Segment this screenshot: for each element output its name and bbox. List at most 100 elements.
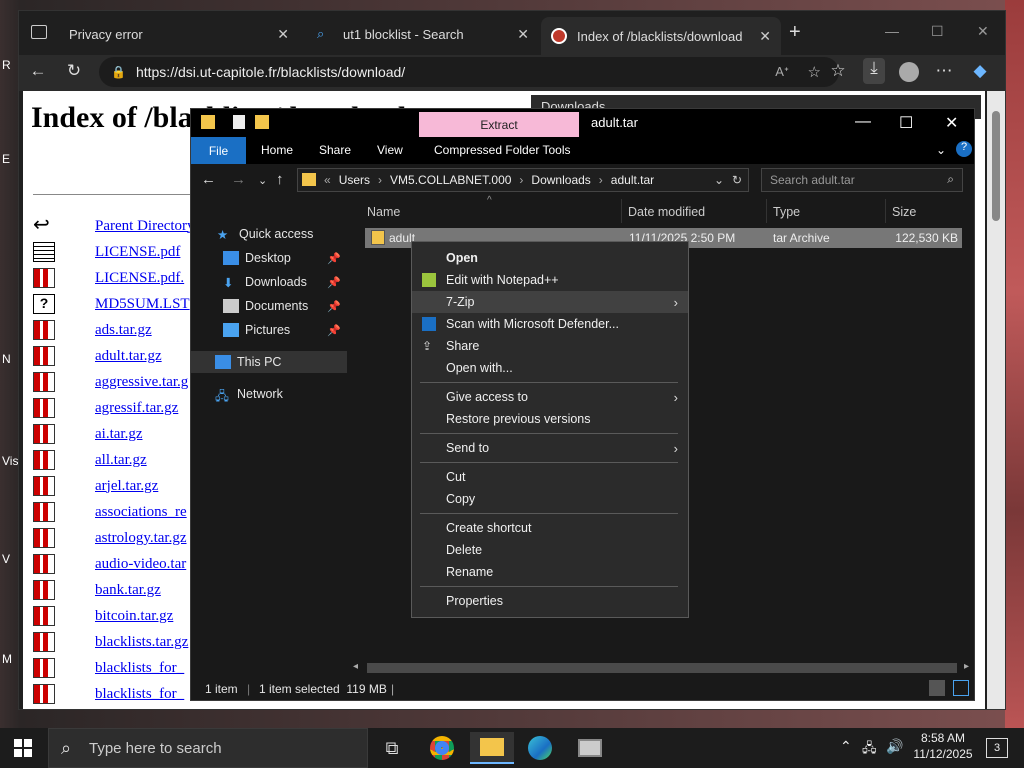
breadcrumb[interactable]: « Users › VM5.COLLABNET.000 › Downloads › a…	[297, 168, 749, 192]
ribbon-tab-share[interactable]: Share	[319, 143, 351, 157]
desktop-icon-label[interactable]: M	[2, 652, 12, 666]
pin-icon[interactable]: 📌	[327, 252, 341, 265]
back-icon[interactable]: ←	[27, 61, 49, 81]
close-tab-icon[interactable]: ✕	[277, 26, 289, 43]
new-folder-icon[interactable]	[255, 115, 269, 129]
forward-icon[interactable]: →	[231, 171, 246, 188]
sidebar-item-documents[interactable]: Documents 📌	[191, 295, 347, 317]
file-link[interactable]: astrology.tar.gz	[95, 530, 187, 547]
sidebar-item-network[interactable]: 🖧 Network	[191, 383, 347, 405]
chevron-down-icon[interactable]: ⌄	[936, 143, 946, 157]
sidebar-item-desktop[interactable]: Desktop 📌	[191, 247, 347, 269]
horizontal-scrollbar[interactable]: ◂ ▸	[351, 661, 971, 675]
edge-icon[interactable]	[518, 732, 562, 764]
sidebar-item-pictures[interactable]: Pictures 📌	[191, 319, 347, 341]
scroll-thumb[interactable]	[367, 663, 957, 673]
menu-item-defender[interactable]: Scan with Microsoft Defender...	[412, 313, 688, 335]
clock[interactable]: 8:58 AM 11/12/2025	[912, 731, 974, 768]
maximize-icon[interactable]: ☐	[899, 113, 913, 133]
column-header-type[interactable]: Type	[773, 205, 800, 219]
remote-desktop-icon[interactable]	[568, 732, 612, 764]
new-tab-icon[interactable]: +	[789, 21, 801, 44]
read-aloud-icon[interactable]: Aᐩ	[775, 64, 789, 80]
desktop-icon-label[interactable]: V	[2, 552, 10, 566]
help-icon[interactable]: ?	[956, 141, 972, 157]
more-menu-icon[interactable]: ⋯	[933, 61, 955, 81]
ribbon-tab-file[interactable]: File	[191, 137, 246, 164]
close-tab-icon[interactable]: ✕	[759, 28, 771, 45]
tab-index[interactable]: Index of /blacklists/download ✕	[541, 17, 781, 55]
file-link[interactable]: arjel.tar.gz	[95, 478, 158, 495]
chevron-down-icon[interactable]: ⌄	[714, 173, 724, 187]
breadcrumb-item[interactable]: VM5.COLLABNET.000	[390, 173, 511, 187]
breadcrumb-item[interactable]: adult.tar	[611, 173, 654, 187]
ribbon-tab-home[interactable]: Home	[261, 143, 293, 157]
menu-item-properties[interactable]: Properties	[412, 590, 688, 612]
file-link[interactable]: agressif.tar.gz	[95, 400, 178, 417]
back-icon[interactable]: ←	[201, 171, 216, 188]
menu-item-notepad[interactable]: Edit with Notepad++	[412, 269, 688, 291]
menu-item-send-to[interactable]: Send to ›	[412, 437, 688, 459]
favorites-icon[interactable]: ☆	[827, 61, 849, 81]
large-icons-view-icon[interactable]	[953, 680, 969, 696]
file-explorer-icon[interactable]	[470, 732, 514, 764]
menu-item-cut[interactable]: Cut	[412, 466, 688, 488]
sidebar-item-downloads[interactable]: ⬇ Downloads 📌	[191, 271, 347, 293]
search-input[interactable]: Search adult.tar ⌕	[761, 168, 963, 192]
scroll-thumb[interactable]	[992, 111, 1000, 221]
file-link[interactable]: Parent Directory	[95, 218, 195, 235]
tab-actions-icon[interactable]	[31, 25, 47, 39]
address-bar[interactable]: 🔒 https://dsi.ut-capitole.fr/blacklists/…	[99, 57, 839, 87]
menu-item-create-shortcut[interactable]: Create shortcut	[412, 517, 688, 539]
volume-icon[interactable]: 🔊	[886, 738, 903, 768]
close-window-icon[interactable]: ✕	[945, 113, 958, 133]
desktop-icon-label[interactable]: Vis	[2, 454, 18, 468]
minimize-icon[interactable]: —	[855, 113, 871, 131]
column-header-name[interactable]: Name	[367, 205, 400, 219]
tab-search[interactable]: ⌕ ut1 blocklist - Search ✕	[307, 19, 539, 49]
sidebar-item-quick-access[interactable]: ★ Quick access	[191, 223, 347, 245]
tab-privacy-error[interactable]: Privacy error ✕	[59, 19, 299, 49]
overflow-icon[interactable]: «	[324, 173, 331, 187]
ribbon-tab-view[interactable]: View	[377, 143, 403, 157]
desktop-icon-label[interactable]: R	[2, 58, 11, 72]
file-link[interactable]: LICENSE.pdf.	[95, 270, 184, 287]
file-link[interactable]: MD5SUM.LST	[95, 296, 190, 313]
column-header-date[interactable]: Date modified	[628, 205, 705, 219]
task-view-icon[interactable]: ⧉	[370, 732, 414, 764]
close-tab-icon[interactable]: ✕	[517, 26, 529, 43]
scroll-left-icon[interactable]: ◂	[353, 661, 358, 672]
menu-item-share[interactable]: ⇪ Share	[412, 335, 688, 357]
file-link[interactable]: LICENSE.pdf	[95, 244, 180, 261]
pin-icon[interactable]: 📌	[327, 300, 341, 313]
desktop-icon-label[interactable]: N	[2, 352, 11, 366]
menu-item-rename[interactable]: Rename	[412, 561, 688, 583]
refresh-icon[interactable]: ↻	[63, 61, 85, 81]
close-window-icon[interactable]: ✕	[977, 23, 989, 40]
sidebar-item-this-pc[interactable]: This PC	[191, 351, 347, 373]
file-link[interactable]: blacklists_for_	[95, 686, 184, 703]
breadcrumb-item[interactable]: Users	[339, 173, 370, 187]
minimize-icon[interactable]: —	[885, 23, 899, 39]
file-link[interactable]: adult.tar.gz	[95, 348, 162, 365]
taskbar-search[interactable]: ⌕ Type here to search	[48, 728, 368, 768]
ribbon-tab-compressed-tools[interactable]: Compressed Folder Tools	[434, 143, 571, 157]
file-link[interactable]: all.tar.gz	[95, 452, 147, 469]
menu-item-7zip[interactable]: 7-Zip ›	[412, 291, 688, 313]
file-link[interactable]: associations_re	[95, 504, 187, 521]
properties-icon[interactable]	[233, 115, 245, 129]
menu-item-open[interactable]: Open	[412, 247, 688, 269]
notification-center-icon[interactable]: 3	[986, 738, 1008, 758]
recent-locations-icon[interactable]: ⌄	[258, 174, 267, 187]
breadcrumb-item[interactable]: Downloads	[531, 173, 590, 187]
scroll-right-icon[interactable]: ▸	[964, 661, 969, 672]
chrome-icon[interactable]	[420, 732, 464, 764]
menu-item-give-access[interactable]: Give access to ›	[412, 386, 688, 408]
menu-item-copy[interactable]: Copy	[412, 488, 688, 510]
pin-icon[interactable]: 📌	[327, 324, 341, 337]
file-link[interactable]: audio-video.tar	[95, 556, 186, 573]
extract-tab[interactable]: Extract	[419, 112, 579, 138]
start-button[interactable]	[14, 739, 32, 757]
menu-item-delete[interactable]: Delete	[412, 539, 688, 561]
network-icon[interactable]: 🖧	[862, 739, 877, 768]
